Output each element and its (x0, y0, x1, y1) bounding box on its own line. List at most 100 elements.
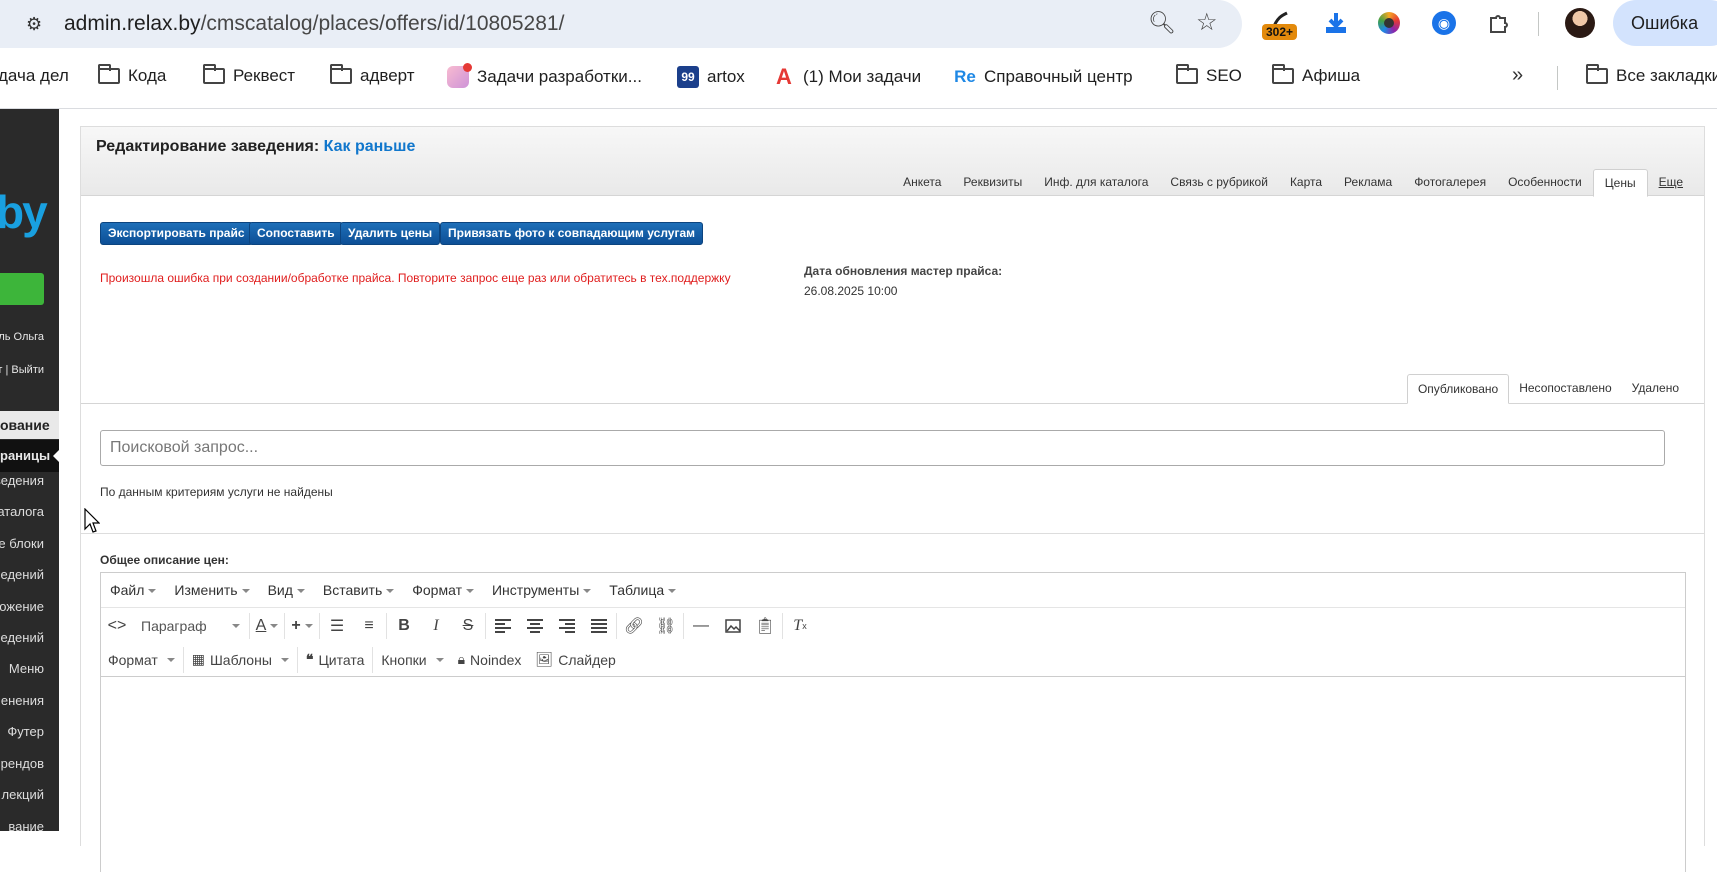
menu-view[interactable]: Вид (259, 582, 314, 598)
download-icon[interactable] (1319, 6, 1353, 40)
bookmark-folder[interactable]: Реквест (203, 64, 295, 86)
chevron-double-right-icon[interactable]: » (1512, 64, 1523, 87)
bold-icon[interactable]: B (388, 611, 420, 641)
site-logo[interactable]: by (0, 185, 48, 239)
sidebar-item-active[interactable]: раницы (0, 440, 59, 472)
tab-map[interactable]: Карта (1279, 169, 1333, 196)
bookmark-folder[interactable]: SEO (1176, 64, 1242, 86)
menu-file[interactable]: Файл (101, 582, 165, 598)
menu-format[interactable]: Формат (403, 582, 483, 598)
sidebar-item[interactable]: Меню (9, 661, 44, 676)
eye-extension-icon[interactable]: ◉ (1427, 6, 1461, 40)
tab-deleted[interactable]: Удалено (1622, 374, 1689, 403)
sidebar-item[interactable]: едений (1, 567, 44, 582)
paste-icon[interactable]: 📋︎ (749, 611, 781, 641)
sidebar-item[interactable]: ложение (0, 599, 44, 614)
sidebar-user-name[interactable]: ль Ольга (0, 331, 44, 343)
price-description-label: Общее описание цен: (100, 553, 229, 567)
tab-published[interactable]: Опубликовано (1406, 374, 1510, 404)
bookmark-star-icon[interactable]: ☆ (1196, 8, 1218, 37)
tab-unmatched[interactable]: Несопоставлено (1509, 374, 1621, 403)
align-justify-icon[interactable] (583, 611, 615, 641)
site-settings-icon[interactable]: ⚙ (26, 14, 56, 35)
tab-rubric-link[interactable]: Связь с рубрикой (1159, 169, 1279, 196)
bookmark-item[interactable]: Re Справочный центр (954, 66, 1133, 88)
menu-tools[interactable]: Инструменты (483, 582, 600, 598)
clear-formatting-icon[interactable]: Tx (784, 611, 816, 641)
buttons-label: Кнопки (381, 651, 427, 668)
sidebar-item[interactable]: Футер (7, 724, 44, 739)
slider-button[interactable]: 🖼︎ Слайдер (528, 645, 622, 675)
tab-rekvizity[interactable]: Реквизиты (952, 169, 1033, 196)
tab-ads[interactable]: Реклама (1333, 169, 1403, 196)
attach-photos-button[interactable]: Привязать фото к совпадающим услугам (440, 222, 704, 245)
menu-table[interactable]: Таблица (600, 582, 685, 598)
quote-button[interactable]: ❝ Цитата (299, 645, 372, 675)
bookmark-folder[interactable]: Афиша (1272, 64, 1361, 86)
sidebar-green-button[interactable] (0, 273, 44, 305)
bookmark-folder[interactable]: Кода (98, 64, 166, 86)
sidebar-item[interactable]: вание (8, 819, 44, 831)
sidebar-item[interactable]: е блоки (0, 536, 44, 551)
camera-extension-icon[interactable] (1372, 6, 1406, 40)
buttons-dropdown[interactable]: Кнопки (374, 645, 450, 675)
export-price-button[interactable]: Экспортировать прайс (100, 222, 253, 245)
sidebar-item[interactable]: ведения (0, 473, 44, 488)
align-center-icon[interactable] (519, 611, 551, 641)
bookmark-label: Афиша (1302, 66, 1361, 85)
delete-prices-button[interactable]: Удалить цены (340, 222, 441, 245)
toolbar-separator (782, 613, 783, 639)
sidebar-item[interactable]: енения (1, 693, 44, 708)
editor-menubar: Файл Изменить Вид Вставить Формат Инстру… (101, 573, 1685, 608)
sidebar-section-header[interactable]: ование (0, 411, 59, 439)
link-icon[interactable]: 🔗︎ (618, 611, 650, 641)
menu-insert[interactable]: Вставить (314, 582, 403, 598)
horizontal-rule-icon[interactable]: — (685, 611, 717, 641)
menu-label: Вид (267, 582, 293, 598)
editor-toolbar-extra: Формат ▦ Шаблоны ❝ Цитата Кнопки 🔒︎ Noindex… (101, 643, 1685, 677)
insert-plus-icon[interactable]: + (286, 611, 318, 641)
bookmark-item[interactable]: дача дел (0, 66, 69, 86)
tab-anketa[interactable]: Анкета (892, 169, 952, 196)
italic-icon[interactable]: I (420, 611, 452, 641)
place-name-link[interactable]: Как раньше (324, 138, 416, 155)
align-right-icon[interactable] (551, 611, 583, 641)
sidebar-item[interactable]: едений (1, 630, 44, 645)
bullet-list-icon[interactable]: ☰ (321, 611, 353, 641)
noindex-button[interactable]: 🔒︎ Noindex (451, 645, 529, 675)
paragraph-select[interactable]: Параграф (133, 611, 248, 641)
extensions-puzzle-icon[interactable] (1482, 6, 1516, 40)
source-code-icon[interactable]: <> (101, 611, 133, 641)
tab-photogallery[interactable]: Фотогалерея (1403, 169, 1497, 196)
address-bar[interactable]: ⚙ admin.relax.by/cmscatalog/places/offer… (0, 0, 1242, 48)
editor-content-area[interactable] (101, 678, 1685, 873)
tab-features[interactable]: Особенности (1497, 169, 1593, 196)
search-input[interactable] (100, 430, 1665, 466)
menu-edit[interactable]: Изменить (165, 582, 258, 598)
image-icon[interactable] (717, 611, 749, 641)
format-dropdown[interactable]: Формат (101, 645, 182, 675)
sidebar-item[interactable]: рендов (1, 756, 44, 771)
profile-avatar[interactable] (1565, 8, 1595, 38)
text-color-icon[interactable]: A (251, 611, 283, 641)
zoom-icon[interactable]: 🔍︎ (1148, 10, 1176, 36)
bookmark-item[interactable]: Задачи разработки... (447, 63, 642, 88)
align-left-icon[interactable] (487, 611, 519, 641)
templates-dropdown[interactable]: ▦ Шаблоны (185, 645, 296, 675)
unlink-icon[interactable]: ⛓︎ (650, 611, 682, 641)
strikethrough-icon[interactable]: S (452, 611, 484, 641)
bookmark-item[interactable]: A (1) Мои задачи (773, 64, 921, 89)
match-button[interactable]: Сопоставить (249, 222, 343, 245)
numbered-list-icon[interactable]: ≡ (353, 611, 385, 641)
url-text[interactable]: admin.relax.by/cmscatalog/places/offers/… (64, 12, 564, 36)
tab-more[interactable]: Еще (1648, 169, 1694, 196)
profile-error-button[interactable]: Ошибка (1613, 0, 1717, 46)
sidebar-item[interactable]: аталога (0, 504, 44, 519)
tab-prices[interactable]: Цены (1592, 169, 1648, 197)
sidebar-item[interactable]: лекций (2, 787, 44, 802)
all-bookmarks-folder[interactable]: Все закладки (1586, 64, 1717, 86)
tab-catalog-info[interactable]: Инф. для каталога (1033, 169, 1159, 196)
sidebar-logout-link[interactable]: т | Выйти (0, 364, 44, 376)
bookmark-item[interactable]: 99 artox (677, 66, 745, 88)
bookmark-folder[interactable]: адверт (330, 64, 415, 86)
